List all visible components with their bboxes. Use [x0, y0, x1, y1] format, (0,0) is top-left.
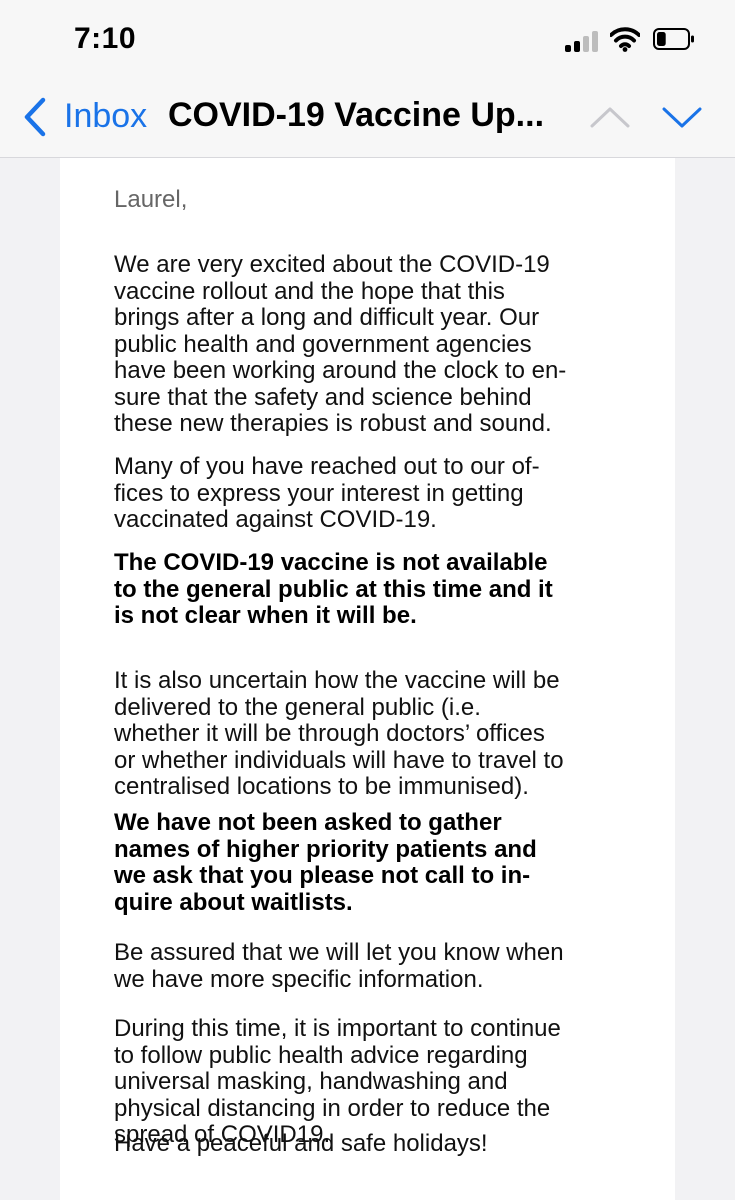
email-paragraph-line: It is also uncertain how the vaccine wil…: [114, 667, 560, 694]
email-paragraph-line: to follow public health advice regarding: [114, 1041, 528, 1069]
email-salutation: Laurel,: [114, 186, 188, 213]
chevron-up-icon[interactable]: [588, 102, 632, 132]
email-paragraph-line: The COVID-19 vaccine is not available: [114, 549, 548, 576]
status-bar: 7:10: [0, 0, 735, 80]
email-paragraph-line: delivered to the general public (i.e.: [114, 693, 481, 721]
email-paragraph-line: physical distancing in order to reduce t…: [114, 1094, 551, 1122]
email-message-body: Laurel, We are very excited about the CO…: [60, 158, 675, 1200]
email-paragraph-line: public health and government agencies: [114, 330, 532, 358]
email-paragraph-line: we ask that you please not call to in-: [114, 862, 531, 889]
email-paragraph: We are very excited about the COVID-19 va…: [114, 251, 567, 438]
email-paragraph-line: universal masking, handwashing and: [114, 1068, 508, 1095]
email-paragraph-line: is not clear when it will be.: [114, 602, 417, 629]
email-paragraph-line: During this time, it is important to con…: [114, 1015, 561, 1042]
email-paragraph-line: to the general public at this time and i…: [114, 575, 553, 603]
email-paragraph-line: have been working around the clock to en…: [114, 357, 567, 384]
email-paragraph-line: centralised locations to be immunised).: [114, 773, 529, 800]
cellular-signal-icon: [565, 30, 601, 52]
chevron-down-icon[interactable]: [660, 102, 704, 132]
chevron-left-icon[interactable]: [22, 96, 48, 138]
email-paragraph: Have a peaceful and safe holidays!: [114, 1130, 488, 1158]
wifi-icon: [610, 27, 640, 52]
email-paragraph-line: or whether individuals will have to trav…: [114, 746, 564, 774]
email-paragraph: We have not been asked to gather names of…: [114, 809, 537, 916]
email-paragraph-line: fices to express your interest in gettin…: [114, 479, 524, 507]
email-paragraph-line: these new therapies is robust and sound.: [114, 410, 552, 437]
status-time: 7:10: [74, 22, 137, 55]
email-paragraph-line: brings after a long and difficult year. …: [114, 304, 540, 331]
email-paragraph-line: names of higher priority patients and: [114, 835, 537, 863]
back-to-inbox-button[interactable]: Inbox: [64, 97, 147, 136]
email-paragraph: During this time, it is important to con…: [114, 1015, 561, 1149]
email-paragraph-line: we have more specific information.: [114, 965, 484, 993]
email-subject-title: COVID-19 Vaccine Up...: [168, 96, 545, 134]
email-paragraph-line: We have not been asked to gather: [114, 809, 502, 836]
email-paragraph-line: vaccine rollout and the hope that this: [114, 277, 505, 305]
email-paragraph-line: Be assured that we will let you know whe…: [114, 939, 564, 966]
email-paragraph: Many of you have reached out to our of-f…: [114, 453, 540, 534]
email-paragraph: It is also uncertain how the vaccine wil…: [114, 667, 564, 801]
email-paragraph-line: We are very excited about the COVID-19: [114, 251, 550, 278]
email-paragraph-line: vaccinated against COVID-19.: [114, 506, 437, 533]
email-paragraph-line: Many of you have reached out to our of-: [114, 453, 540, 480]
email-paragraph-line: sure that the safety and science behind: [114, 383, 532, 411]
mail-navigation-bar: Inbox COVID-19 Vaccine Up...: [0, 80, 735, 158]
email-paragraph-line: quire about waitlists.: [114, 888, 353, 916]
battery-icon: [653, 28, 694, 50]
email-paragraph: Be assured that we will let you know whe…: [114, 939, 564, 993]
email-paragraph-line: Have a peaceful and safe holidays!: [114, 1130, 488, 1157]
email-paragraph-line: whether it will be through doctors’ offi…: [114, 720, 545, 747]
email-paragraph: The COVID-19 vaccine is not available to …: [114, 549, 553, 630]
